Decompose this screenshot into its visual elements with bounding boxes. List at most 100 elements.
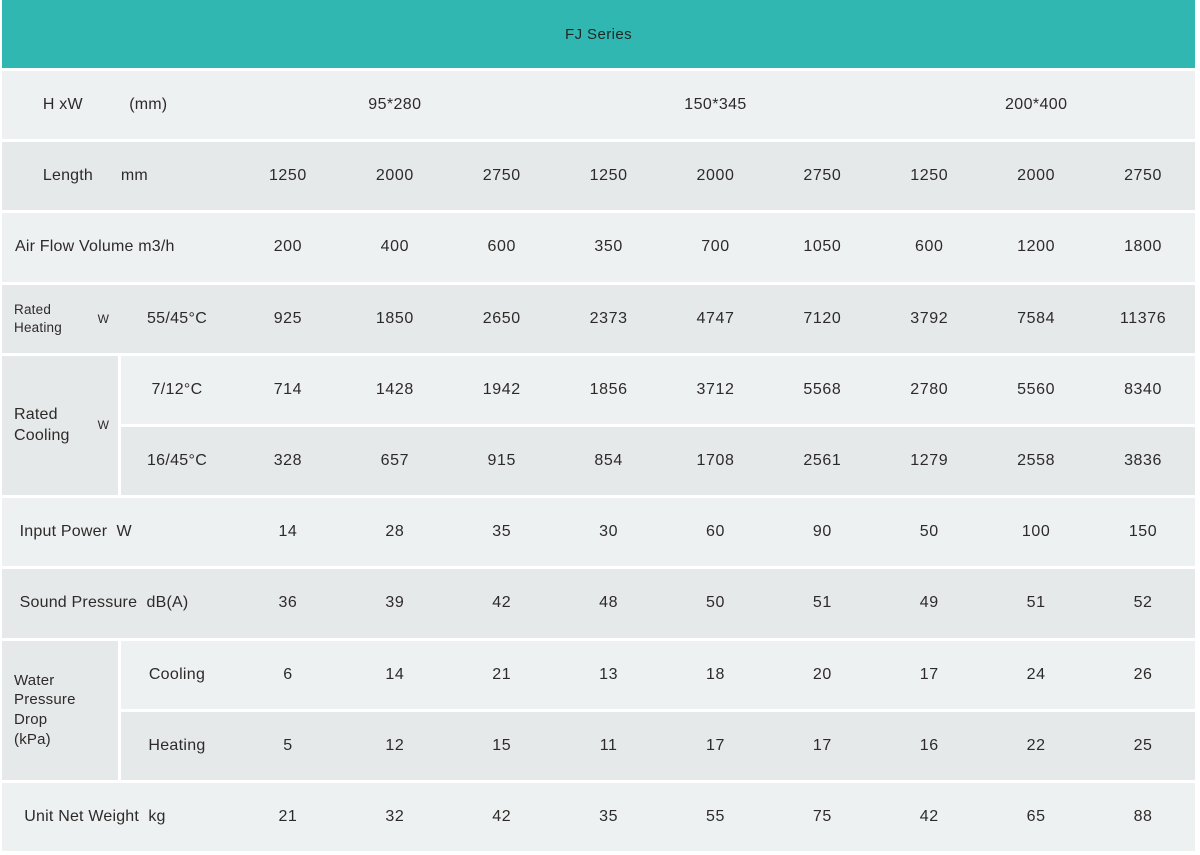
rated-cooling-label: Rated Cooling [14, 404, 76, 446]
value-cell: 400 [343, 213, 447, 281]
rated-cooling-label-wrap: Rated Cooling W [14, 404, 109, 446]
value-cell: 1050 [770, 213, 874, 281]
row-label-rated-heating: Rated HeatingW [2, 285, 118, 353]
value-cell: 14 [343, 641, 447, 709]
value-cell: 2780 [877, 356, 981, 424]
value-cell: 1708 [664, 427, 768, 495]
rated-heating-label: Rated Heating [14, 301, 76, 337]
value-cell: 600 [877, 213, 981, 281]
value-cell: 24 [984, 641, 1088, 709]
value-cell: 7120 [770, 285, 874, 353]
value-cell: 26 [1091, 641, 1195, 709]
value-cell: 75 [770, 783, 874, 851]
value-cell: 2750 [770, 142, 874, 210]
value-cell: 35 [557, 783, 661, 851]
value-cell: 150 [1091, 498, 1195, 566]
value-cell: 12 [343, 712, 447, 780]
value-cell: 700 [664, 213, 768, 281]
value-cell: 52 [1091, 569, 1195, 637]
rated-heating-label-wrap: Rated HeatingW [14, 301, 109, 337]
value-cell: 16 [877, 712, 981, 780]
water-pressure-heating-row: Heating 51215111717162225 [121, 712, 1195, 780]
value-cell: 17 [664, 712, 768, 780]
size-cell: 200*400 [877, 71, 1195, 139]
row-label-input-power: Input Power W [2, 498, 233, 566]
condition-cell: 7/12°C [121, 356, 233, 424]
value-cell: 35 [450, 498, 554, 566]
value-cell: 1942 [450, 356, 554, 424]
value-cell: 1279 [877, 427, 981, 495]
value-cell: 50 [877, 498, 981, 566]
value-cell: 51 [984, 569, 1088, 637]
value-cell: 1428 [343, 356, 447, 424]
value-cell: 4747 [664, 285, 768, 353]
input-power-row: Input Power W 14283530609050100150 [2, 498, 1195, 566]
value-cell: 30 [557, 498, 661, 566]
value-cell: 21 [236, 783, 340, 851]
value-cell: 6 [236, 641, 340, 709]
value-cell: 11 [557, 712, 661, 780]
row-label-length: Length mm [2, 142, 233, 210]
sound-pressure-row: Sound Pressure dB(A) 363942485051495152 [2, 569, 1195, 637]
value-cell: 17 [770, 712, 874, 780]
value-cell: 657 [343, 427, 447, 495]
condition-cell: Cooling [121, 641, 233, 709]
water-pressure-drop-group: Water Pressure Drop (kPa) Cooling 614211… [2, 641, 1195, 780]
value-cell: 55 [664, 783, 768, 851]
condition-cell: 55/45°C [121, 285, 233, 353]
row-label-rated-cooling: Rated Cooling W [2, 356, 118, 495]
value-cell: 2000 [343, 142, 447, 210]
row-label-water-pressure-drop: Water Pressure Drop (kPa) [2, 641, 118, 780]
value-cell: 42 [450, 569, 554, 637]
value-cell: 60 [664, 498, 768, 566]
value-cell: 11376 [1091, 285, 1195, 353]
value-cell: 2000 [984, 142, 1088, 210]
value-cell: 42 [450, 783, 554, 851]
rated-cooling-unit: W [98, 418, 109, 432]
value-cell: 350 [557, 213, 661, 281]
value-cell: 51 [770, 569, 874, 637]
value-cell: 100 [984, 498, 1088, 566]
value-cell: 5560 [984, 356, 1088, 424]
value-cell: 2373 [557, 285, 661, 353]
water-pressure-subrows: Cooling 61421131820172426 Heating 512151… [121, 641, 1195, 780]
value-cell: 17 [877, 641, 981, 709]
value-cell: 13 [557, 641, 661, 709]
value-cell: 50 [664, 569, 768, 637]
value-cell: 1200 [984, 213, 1088, 281]
value-cell: 5 [236, 712, 340, 780]
row-label-unit-net-weight: Unit Net Weight kg [2, 783, 233, 851]
value-cell: 42 [877, 783, 981, 851]
value-cell: 925 [236, 285, 340, 353]
value-cell: 3792 [877, 285, 981, 353]
unit-net-weight-row: Unit Net Weight kg 213242355575426588 [2, 783, 1195, 851]
value-cell: 20 [770, 641, 874, 709]
length-row: Length mm 125020002750125020002750125020… [2, 142, 1195, 210]
value-cell: 48 [557, 569, 661, 637]
row-label-air-flow: Air Flow Volume m3/h [2, 213, 233, 281]
value-cell: 8340 [1091, 356, 1195, 424]
value-cell: 600 [450, 213, 554, 281]
value-cell: 1250 [557, 142, 661, 210]
value-cell: 2561 [770, 427, 874, 495]
value-cell: 2750 [450, 142, 554, 210]
row-label-hxw: H xW (mm) [2, 71, 233, 139]
size-cell: 95*280 [236, 71, 554, 139]
value-cell: 7584 [984, 285, 1088, 353]
table-title: FJ Series [565, 26, 632, 43]
size-header-row: H xW (mm) 95*280 150*345 200*400 [2, 71, 1195, 139]
value-cell: 32 [343, 783, 447, 851]
value-cell: 88 [1091, 783, 1195, 851]
value-cell: 200 [236, 213, 340, 281]
value-cell: 3836 [1091, 427, 1195, 495]
value-cell: 915 [450, 427, 554, 495]
value-cell: 28 [343, 498, 447, 566]
water-pressure-drop-label: Water Pressure Drop (kPa) [14, 671, 84, 750]
value-cell: 65 [984, 783, 1088, 851]
condition-cell: Heating [121, 712, 233, 780]
value-cell: 1850 [343, 285, 447, 353]
value-cell: 1250 [236, 142, 340, 210]
value-cell: 15 [450, 712, 554, 780]
rated-heating-row: Rated HeatingW 55/45°C 92518502650237347… [2, 285, 1195, 353]
value-cell: 854 [557, 427, 661, 495]
